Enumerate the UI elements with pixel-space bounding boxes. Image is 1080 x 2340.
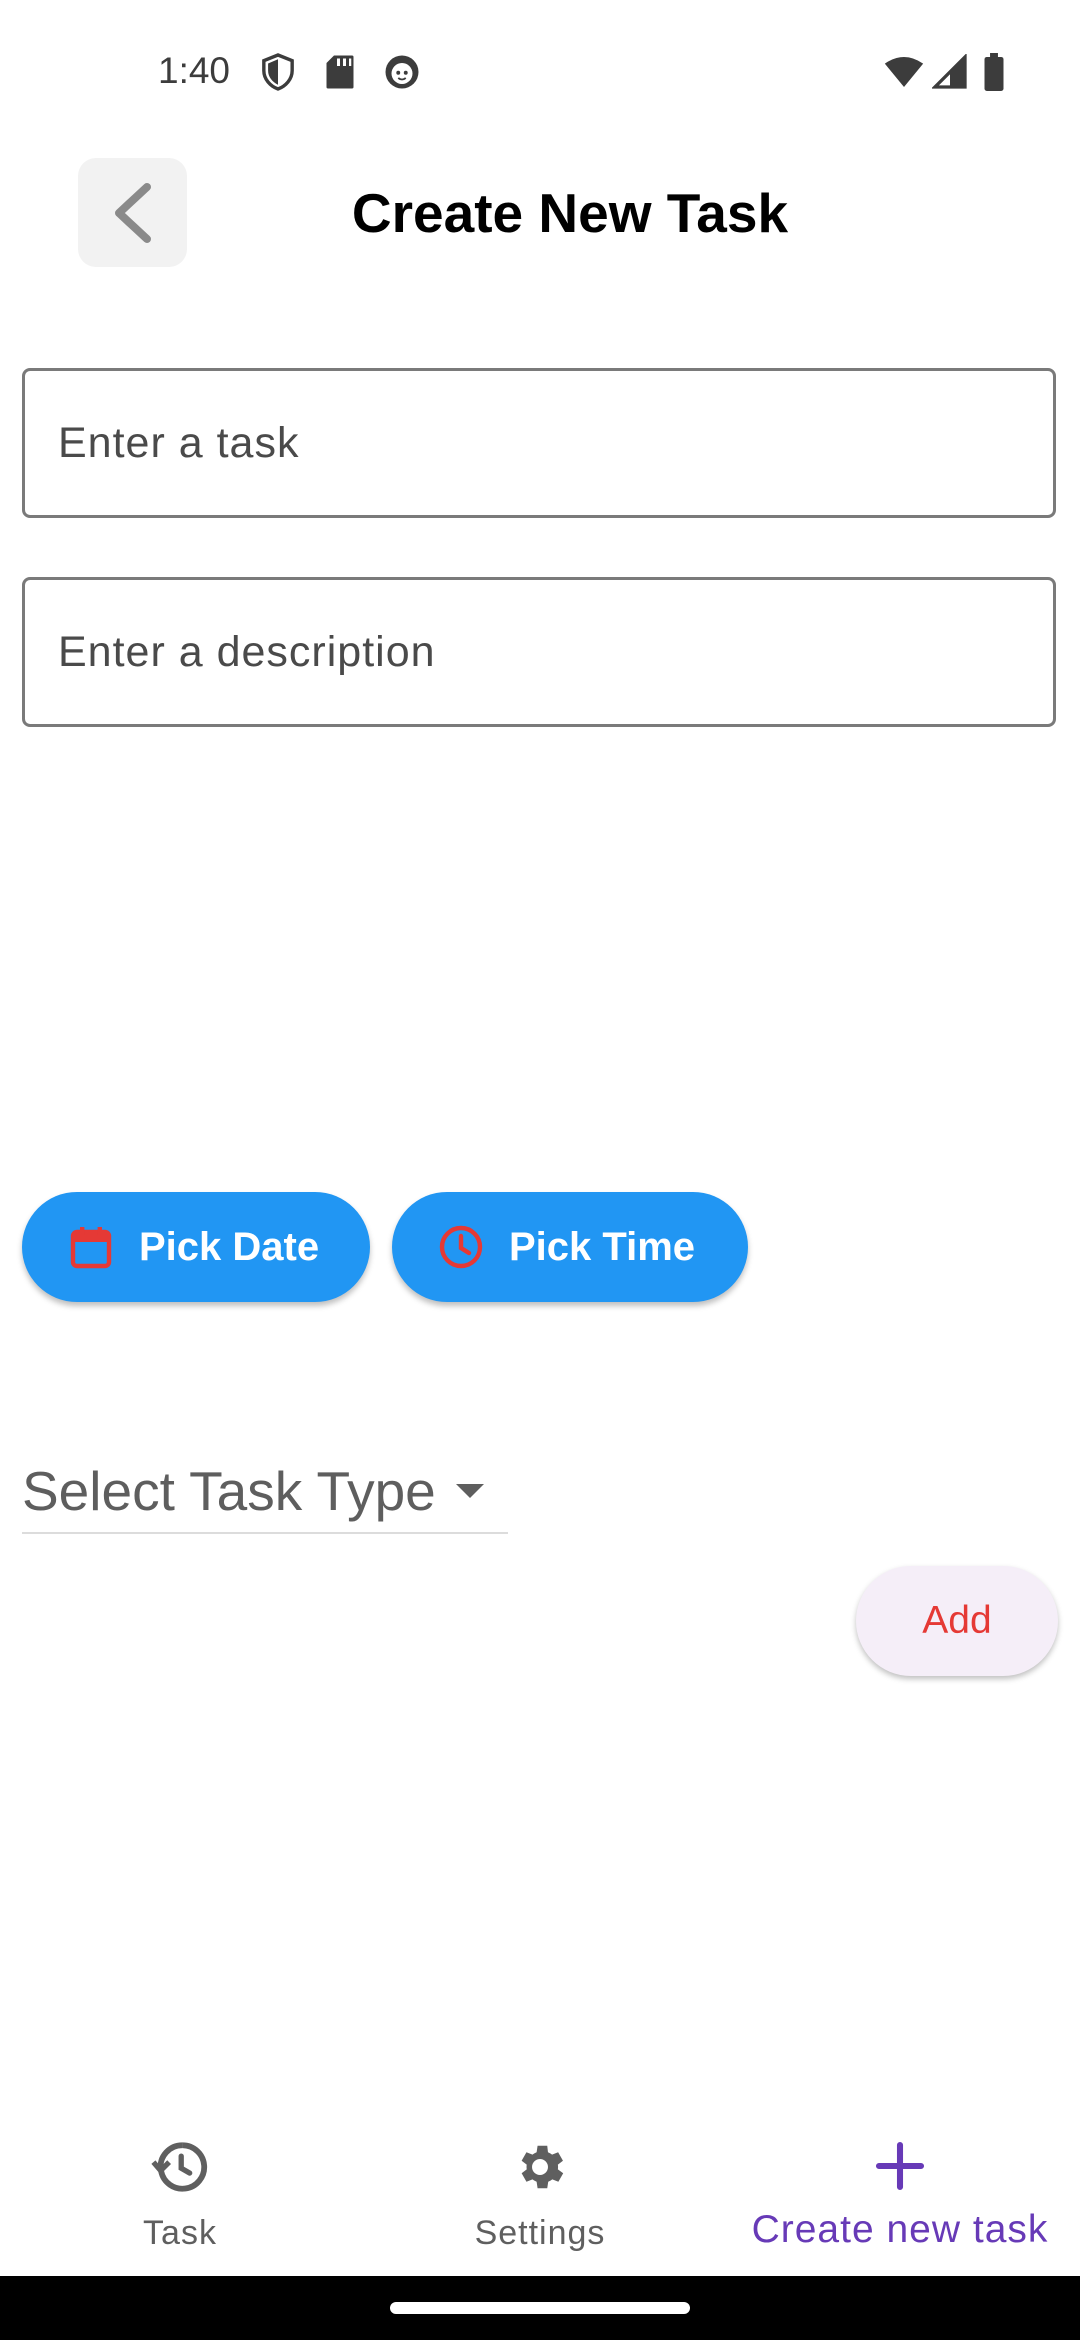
- nav-label-settings: Settings: [474, 2214, 606, 2252]
- plus-icon: [720, 2138, 1080, 2198]
- nav-item-task[interactable]: Task: [0, 2112, 360, 2276]
- pick-time-label: Pick Time: [509, 1224, 696, 1269]
- task-type-dropdown[interactable]: Select Task Type: [22, 1450, 508, 1534]
- nav-label-task: Task: [143, 2214, 217, 2252]
- shield-icon: [258, 52, 298, 92]
- battery-icon: [974, 52, 1014, 92]
- pick-time-button[interactable]: Pick Time: [392, 1192, 748, 1302]
- calendar-icon: [67, 1223, 115, 1271]
- task-history-icon: [0, 2138, 360, 2198]
- add-button[interactable]: Add: [856, 1566, 1058, 1676]
- description-input[interactable]: [25, 580, 1053, 724]
- gear-icon: [360, 2138, 720, 2198]
- task-type-label: Select Task Type: [22, 1460, 436, 1522]
- add-button-label: Add: [922, 1599, 992, 1642]
- clock-icon: [437, 1223, 485, 1271]
- home-gesture-handle[interactable]: [390, 2302, 690, 2314]
- page-title: Create New Task: [351, 182, 789, 244]
- status-time: 1:40: [158, 50, 231, 91]
- nav-item-settings[interactable]: Settings: [360, 2112, 720, 2276]
- task-input[interactable]: [25, 371, 1053, 515]
- nav-label-create-new-task: Create new task: [751, 2208, 1049, 2251]
- task-field[interactable]: [22, 368, 1056, 518]
- nav-item-create-new-task[interactable]: Create new task: [720, 2112, 1080, 2276]
- sd-card-icon: [320, 52, 360, 92]
- face-icon: [382, 52, 422, 92]
- bottom-navigation: Task Settings Create new task: [0, 2112, 1080, 2276]
- caret-down-icon: [455, 1484, 484, 1498]
- pick-date-button[interactable]: Pick Date: [22, 1192, 370, 1302]
- signal-icon: [930, 52, 970, 92]
- pick-date-label: Pick Date: [139, 1224, 320, 1269]
- wifi-icon: [884, 52, 924, 92]
- description-field[interactable]: [22, 577, 1056, 727]
